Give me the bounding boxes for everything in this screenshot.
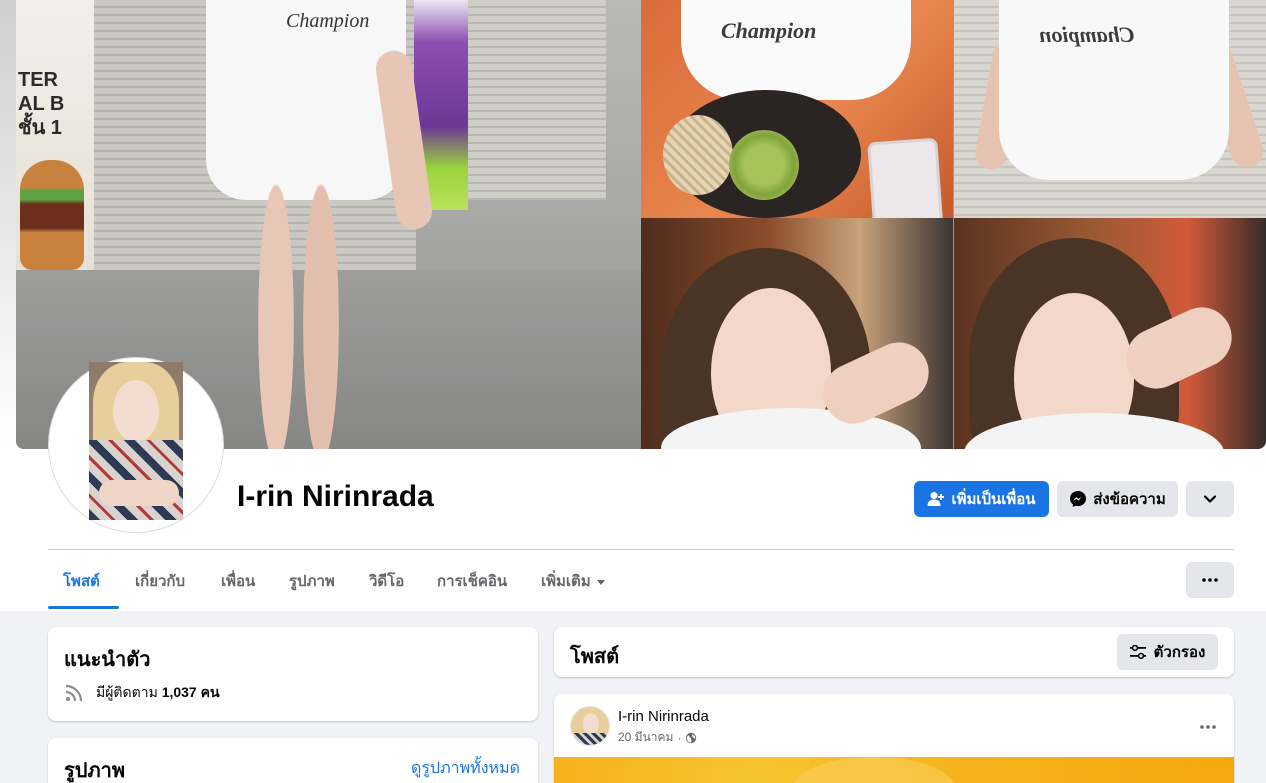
post-author-avatar[interactable] xyxy=(570,706,610,746)
followers-count[interactable]: 1,037 คน xyxy=(162,684,220,700)
cover-photo[interactable]: TER AL B ชั้น 1 Champion Champion Champi… xyxy=(16,0,1266,449)
rss-icon xyxy=(65,684,83,702)
more-dots-icon xyxy=(1200,725,1216,729)
active-tab-indicator xyxy=(48,606,119,609)
intro-title: แนะนำตัว xyxy=(64,649,151,671)
burger-image xyxy=(20,160,84,270)
tab-checkins[interactable]: การเช็คอิน xyxy=(437,569,507,593)
message-label: ส่งข้อความ xyxy=(1093,491,1166,508)
post-card: I-rin Nirinrada 20 มีนาคม · xyxy=(554,694,1234,783)
rice-basket xyxy=(663,115,733,195)
message-button[interactable]: ส่งข้อความ xyxy=(1057,481,1178,517)
tab-more[interactable]: เพิ่มเติม xyxy=(541,569,605,593)
shirt-logo: Champion xyxy=(286,10,370,32)
phone xyxy=(867,137,945,218)
tab-photos[interactable]: รูปภาพ xyxy=(289,569,335,593)
followers-row: มีผู้ติดตาม 1,037 คน xyxy=(64,682,220,704)
cover-tile-selfie xyxy=(641,218,953,449)
arm xyxy=(99,480,179,506)
more-dots-icon xyxy=(1202,578,1218,582)
followers-text: มีผู้ติดตาม 1,037 คน xyxy=(96,682,220,704)
cover-tile-shirt: Champion xyxy=(954,0,1266,218)
photos-card: รูปภาพ ดูรูปภาพทั้งหมด xyxy=(48,738,538,783)
see-all-photos-link[interactable]: ดูรูปภาพทั้งหมด xyxy=(411,756,520,781)
person-legs xyxy=(216,170,366,449)
caret-down-icon xyxy=(596,579,605,585)
profile-menu-button[interactable] xyxy=(1186,562,1234,598)
post-options-button[interactable] xyxy=(1200,710,1216,734)
posts-title: โพสต์ xyxy=(570,646,620,668)
followers-prefix: มีผู้ติดตาม xyxy=(96,684,158,700)
poster-text: TER AL B ชั้น 1 xyxy=(18,69,65,139)
cover-edge xyxy=(0,0,16,449)
header-divider xyxy=(48,549,1234,550)
shirt-logo: Champion xyxy=(721,18,817,43)
more-options-button[interactable] xyxy=(1186,481,1234,517)
face xyxy=(583,713,599,735)
add-friend-icon xyxy=(927,492,945,506)
meta-separator: · xyxy=(677,730,682,745)
tab-about[interactable]: เกี่ยวกับ xyxy=(135,569,185,593)
add-friend-label: เพิ่มเป็นเพื่อน xyxy=(951,491,1036,508)
shutter-door xyxy=(466,0,606,200)
filter-label: ตัวกรอง xyxy=(1153,644,1206,661)
messenger-icon xyxy=(1070,491,1087,507)
plaid-shirt xyxy=(571,733,609,745)
chevron-down-icon xyxy=(1203,495,1217,503)
cover-tile-selfie xyxy=(954,218,1266,449)
shirt-logo: Champion xyxy=(1039,22,1135,47)
posts-header-card: โพสต์ ตัวกรอง xyxy=(554,627,1234,677)
cover-tile-meal: Champion xyxy=(641,0,953,218)
globe-icon xyxy=(686,732,697,743)
tab-friends[interactable]: เพื่อน xyxy=(221,569,255,593)
profile-name: I-rin Nirinrada xyxy=(237,480,434,513)
face xyxy=(113,380,159,442)
tab-posts[interactable]: โพสต์ xyxy=(63,569,100,593)
person-shirt xyxy=(681,0,911,100)
add-friend-button[interactable]: เพิ่มเป็นเพื่อน xyxy=(914,481,1049,517)
avatar[interactable] xyxy=(89,362,183,520)
tab-more-label: เพิ่มเติม xyxy=(541,573,591,590)
post-meta: 20 มีนาคม · xyxy=(618,728,697,747)
filter-icon xyxy=(1129,645,1146,659)
photos-title[interactable]: รูปภาพ xyxy=(64,754,125,783)
tab-videos[interactable]: วิดีโอ xyxy=(369,569,404,593)
post-date[interactable]: 20 มีนาคม xyxy=(618,728,673,747)
salad-bowl xyxy=(729,130,799,200)
post-author-name[interactable]: I-rin Nirinrada xyxy=(618,708,709,725)
post-image[interactable] xyxy=(554,757,1234,783)
intro-card: แนะนำตัว มีผู้ติดตาม 1,037 คน xyxy=(48,627,538,721)
filter-button[interactable]: ตัวกรอง xyxy=(1117,634,1218,670)
